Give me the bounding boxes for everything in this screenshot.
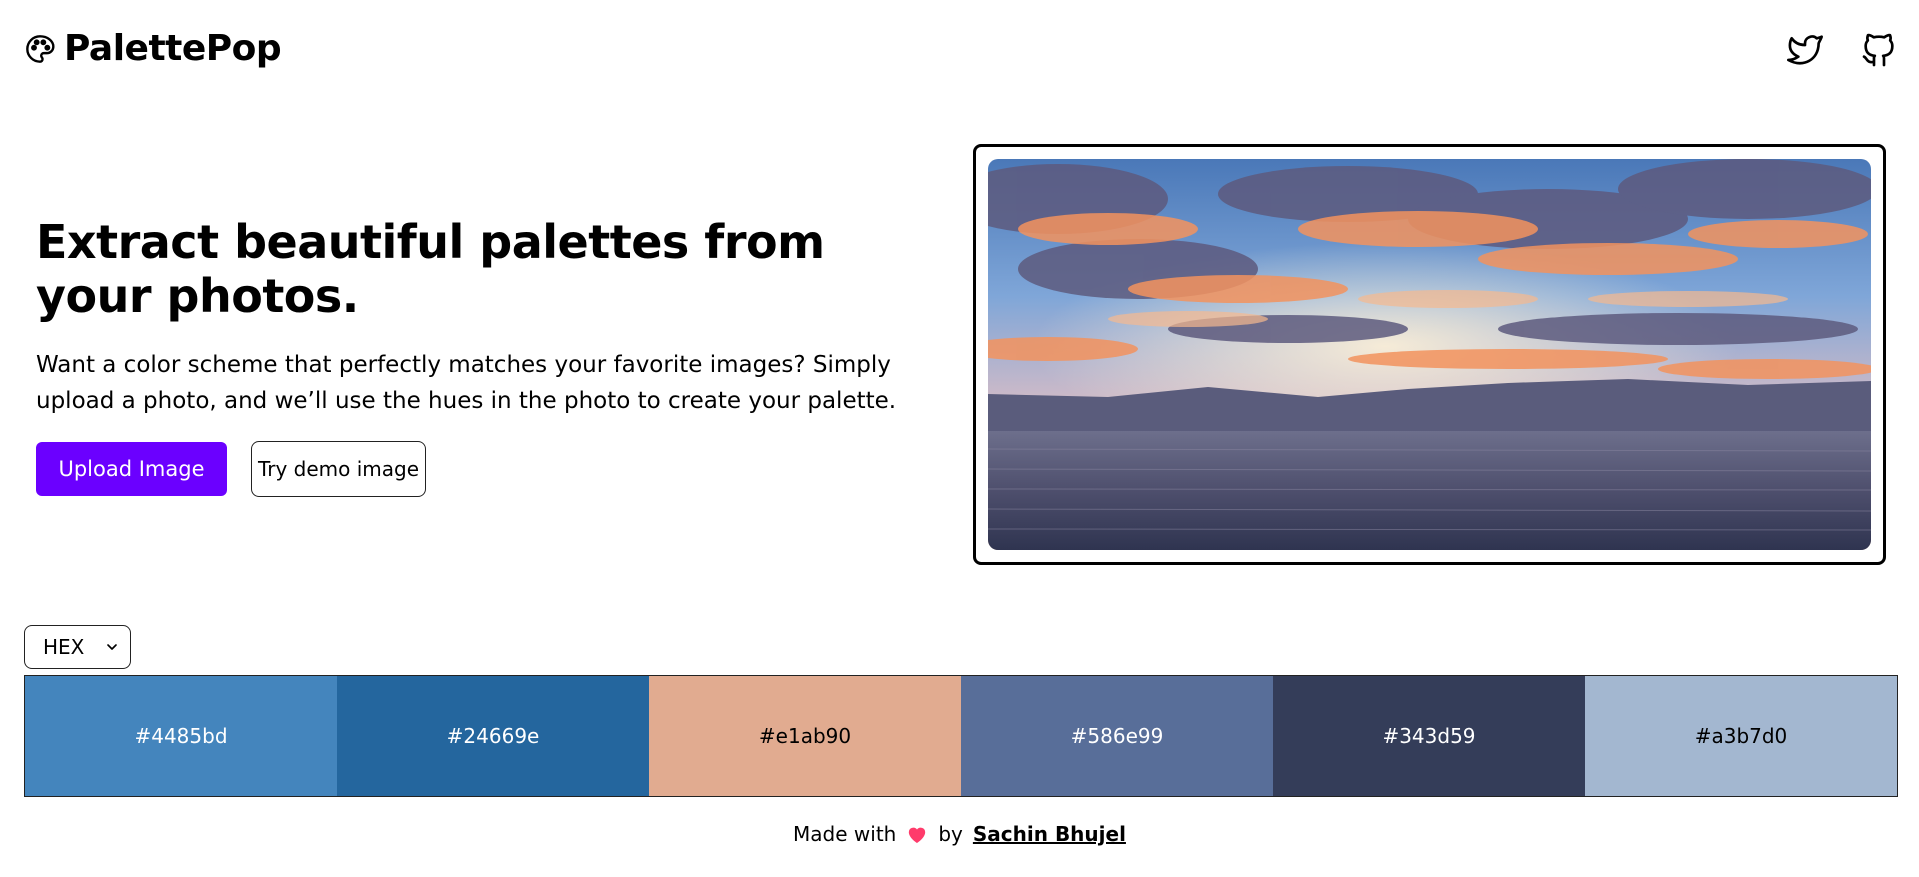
hero-title: Extract beautiful palettes from your pho…: [36, 215, 825, 323]
footer-by: by: [938, 822, 963, 846]
swatch-label: #e1ab90: [758, 724, 852, 748]
github-icon: [1862, 33, 1894, 67]
swatch-label: #586e99: [1070, 724, 1164, 748]
heart-icon: [909, 827, 926, 844]
swatch-label: #24669e: [446, 724, 540, 748]
footer-made-with: Made with: [793, 822, 897, 846]
color-swatch[interactable]: #a3b7d0: [1585, 676, 1897, 796]
hero-buttons: Upload Image Try demo image: [36, 441, 936, 497]
brand-name: PalettePop: [64, 28, 282, 69]
try-demo-button[interactable]: Try demo image: [251, 441, 426, 497]
page: PalettePop Extract beautiful palettes fr…: [0, 0, 1919, 877]
upload-image-button[interactable]: Upload Image: [36, 442, 227, 496]
header: PalettePop: [0, 0, 1919, 100]
color-swatch[interactable]: #343d59: [1273, 676, 1585, 796]
logo[interactable]: PalettePop: [24, 28, 282, 69]
color-format-select[interactable]: HEX: [24, 625, 131, 669]
color-swatch[interactable]: #24669e: [337, 676, 649, 796]
color-swatch[interactable]: #586e99: [961, 676, 1273, 796]
chevron-down-icon: [107, 644, 118, 650]
footer: Made with by Sachin Bhujel: [0, 822, 1919, 846]
color-swatch[interactable]: #e1ab90: [649, 676, 961, 796]
palette-strip: #4485bd #24669e #e1ab90 #586e99 #343d59 …: [24, 675, 1898, 797]
twitter-link[interactable]: [1785, 30, 1825, 70]
color-swatch[interactable]: #4485bd: [25, 676, 337, 796]
palette-icon: [26, 34, 55, 63]
uploaded-photo: [988, 159, 1871, 550]
hero-description: Want a color scheme that perfectly match…: [36, 352, 897, 414]
swatch-label: #343d59: [1382, 724, 1476, 748]
github-link[interactable]: [1859, 30, 1899, 70]
color-format-value: HEX: [43, 635, 85, 659]
swatch-label: #a3b7d0: [1694, 724, 1788, 748]
swatch-label: #4485bd: [134, 724, 228, 748]
twitter-icon: [1787, 35, 1823, 65]
image-preview-frame: [973, 144, 1886, 565]
author-link[interactable]: Sachin Bhujel: [973, 822, 1126, 846]
sunset-photo: [988, 159, 1871, 550]
hero-section: Extract beautiful palettes from your pho…: [36, 215, 936, 497]
header-links: [1785, 30, 1899, 70]
